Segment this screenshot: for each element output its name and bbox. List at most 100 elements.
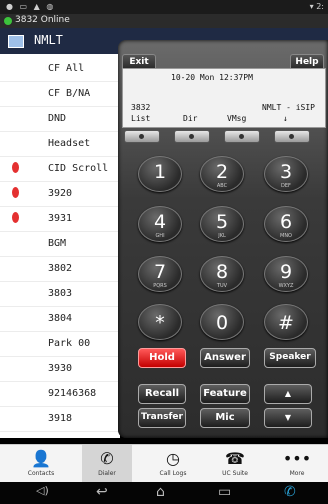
person-icon: 👤 — [31, 449, 51, 468]
tab-label: Contacts — [27, 470, 55, 477]
answer-button[interactable]: Answer — [200, 348, 250, 368]
digit-label: * — [155, 312, 165, 334]
line-key[interactable]: 3804 — [0, 306, 120, 332]
dialpad-key-pound[interactable]: # — [264, 304, 308, 340]
dialpad-key-6[interactable]: 6 MNO — [264, 206, 308, 242]
digit-letters: GHI — [155, 233, 165, 239]
digit-label: 8 — [215, 261, 229, 283]
line-key-label: BGM — [48, 238, 67, 249]
softkey-button-2[interactable] — [174, 130, 210, 143]
bottom-tab-bar: 👤 Contacts ✆ Dialer ◷ Call Logs ☎ UC Suite •… — [0, 444, 328, 483]
digit-letters: PQRS — [153, 283, 167, 289]
line-key-label: DND — [48, 113, 67, 124]
digit-label: 6 — [279, 211, 293, 233]
phone-icon[interactable]: ✆ — [284, 484, 296, 500]
softkey-button-1[interactable] — [124, 130, 160, 143]
dialpad-key-5[interactable]: 5 JKL — [200, 206, 244, 242]
tab-dialer[interactable]: ✆ Dialer — [82, 445, 132, 483]
tab-label: More — [289, 470, 305, 477]
feature-button[interactable]: Feature — [200, 384, 250, 404]
line-key[interactable]: 3930 — [0, 356, 120, 382]
digit-label: 2 — [215, 161, 229, 183]
digit-label: 5 — [215, 211, 229, 233]
digit-letters: MNO — [280, 233, 292, 239]
line-key[interactable]: 3920 — [0, 181, 120, 207]
lcd-softkey-vmsg: VMsg — [227, 114, 247, 123]
header-title: NMLT — [34, 33, 63, 47]
line-key-label: 3930 — [48, 363, 73, 374]
scroll-up-button[interactable]: ▲ — [264, 384, 312, 404]
line-key-label: CF All — [48, 63, 85, 74]
softkey-button-3[interactable] — [224, 130, 260, 143]
line-key-label: Park 00 — [48, 338, 91, 349]
digit-label: 0 — [215, 312, 229, 334]
softkey-button-4[interactable] — [274, 130, 310, 143]
digit-label: 1 — [153, 161, 167, 183]
mic-button[interactable]: Mic — [200, 408, 250, 428]
line-led-icon — [12, 162, 19, 173]
line-key[interactable]: Headset — [0, 131, 120, 157]
digit-letters: DEF — [281, 183, 291, 189]
speaker-button[interactable]: Speaker — [264, 348, 316, 368]
dialpad-key-4[interactable]: 4 GHI — [138, 206, 182, 242]
line-key[interactable]: CID Scroll — [0, 156, 120, 182]
dialpad-key-2[interactable]: 2 ABC — [200, 156, 244, 192]
line-key[interactable]: CF B/NA — [0, 81, 120, 107]
lcd-extension: 3832 — [131, 103, 151, 112]
app-logo-icon — [8, 35, 24, 48]
lcd-datetime: 10-20 Mon 12:37PM — [171, 73, 253, 82]
more-icon: ••• — [282, 449, 312, 468]
lcd-display: 10-20 Mon 12:37PM 3832 NMLT - iSIP List … — [122, 68, 326, 128]
line-key[interactable]: BGM — [0, 231, 120, 257]
phone-panel: Exit Help 10-20 Mon 12:37PM 3832 NMLT - … — [118, 40, 328, 438]
tab-uc-suite[interactable]: ☎ UC Suite — [210, 445, 260, 483]
line-key[interactable]: 3931 — [0, 206, 120, 232]
line-key-label: CF B/NA — [48, 88, 91, 99]
line-led-icon — [12, 187, 19, 198]
line-key[interactable]: 3803 — [0, 281, 120, 307]
recents-icon[interactable]: ▭ — [218, 484, 231, 500]
line-key-label: 92146368 — [48, 388, 97, 399]
line-key-label: 3920 — [48, 188, 73, 199]
digit-label: 4 — [153, 211, 167, 233]
line-key-label: 3803 — [48, 288, 73, 299]
digit-label: 3 — [279, 161, 293, 183]
line-led-icon — [12, 212, 19, 223]
status-icons: ● ▭ ▲ ◍ — [6, 2, 56, 11]
digit-letters: JKL — [218, 233, 226, 239]
line-key[interactable]: DND — [0, 106, 120, 132]
dialpad-key-star[interactable]: * — [138, 304, 182, 340]
digit-label: 7 — [153, 261, 167, 283]
back-icon[interactable]: ↩ — [96, 484, 108, 500]
transfer-button[interactable]: Transfer — [138, 408, 186, 428]
hold-button[interactable]: Hold — [138, 348, 186, 368]
dialpad-key-3[interactable]: 3 DEF — [264, 156, 308, 192]
tab-more[interactable]: ••• More — [272, 445, 322, 483]
home-icon[interactable]: ⌂ — [156, 484, 165, 500]
volume-icon[interactable]: ◁) — [36, 484, 49, 497]
status-bar: ● ▭ ▲ ◍ ▾ 2: — [0, 0, 328, 14]
dialpad-key-0[interactable]: 0 — [200, 304, 244, 340]
line-key[interactable]: Park 00 — [0, 331, 120, 357]
tab-label: UC Suite — [222, 470, 248, 477]
uc-icon: ☎ — [225, 449, 245, 468]
system-nav-bar: ◁) ↩ ⌂ ▭ ✆ — [0, 482, 328, 504]
line-key[interactable]: 3918 — [0, 406, 120, 432]
line-key[interactable]: 92146368 — [0, 381, 120, 407]
lcd-softkey-dir: Dir — [183, 114, 198, 123]
line-key-label: CID Scroll — [48, 163, 109, 174]
line-key[interactable]: 3802 — [0, 256, 120, 282]
line-key-label: 3918 — [48, 413, 73, 424]
digit-letters: ABC — [216, 183, 228, 189]
line-key[interactable]: CF All — [0, 56, 120, 82]
digit-letters: TUV — [216, 283, 228, 289]
dialpad-key-8[interactable]: 8 TUV — [200, 256, 244, 292]
tab-call-logs[interactable]: ◷ Call Logs — [148, 445, 198, 483]
dialpad-key-9[interactable]: 9 WXYZ — [264, 256, 308, 292]
recall-button[interactable]: Recall — [138, 384, 186, 404]
dialpad-key-1[interactable]: 1 — [138, 156, 182, 192]
tab-contacts[interactable]: 👤 Contacts — [16, 445, 66, 483]
dialpad-key-7[interactable]: 7 PQRS — [138, 256, 182, 292]
scroll-down-button[interactable]: ▼ — [264, 408, 312, 428]
line-key-label: Headset — [48, 138, 91, 149]
